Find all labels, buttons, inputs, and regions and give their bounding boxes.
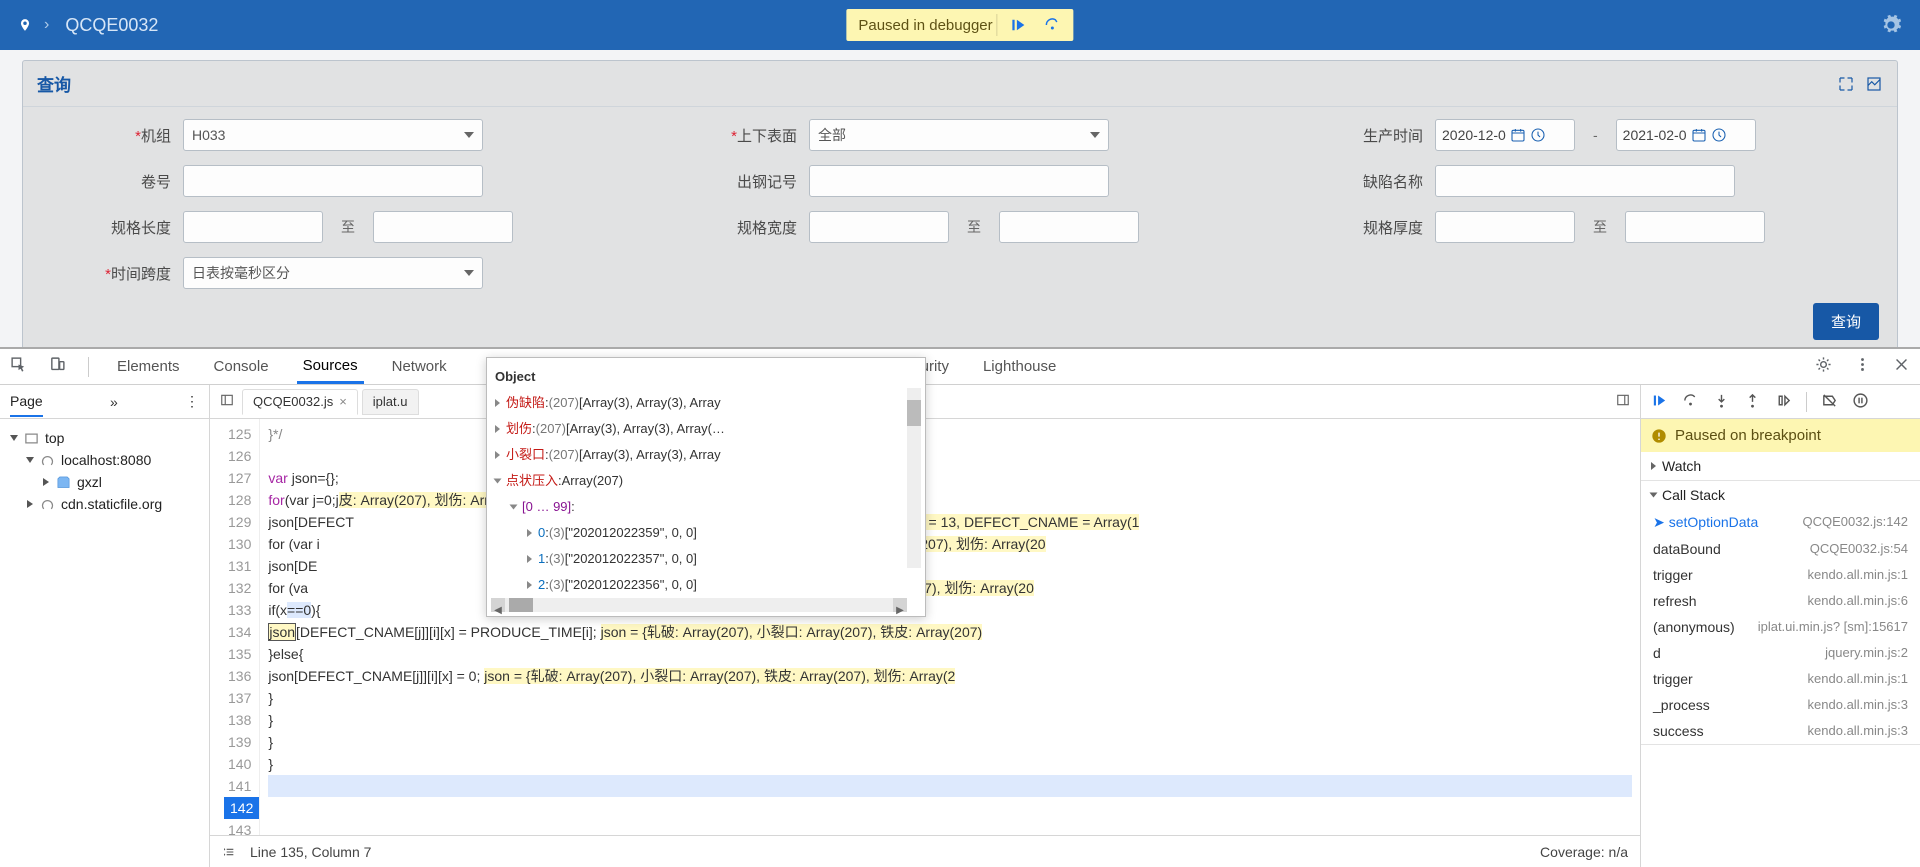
left-menu-icon[interactable]: ⋮ xyxy=(185,393,199,410)
devtools: Elements Console Sources Network urity L… xyxy=(0,347,1920,867)
tab-network[interactable]: Network xyxy=(386,349,453,384)
popup-hscroll[interactable]: ◀▶ xyxy=(491,598,907,612)
width-from[interactable] xyxy=(809,211,949,243)
location-icon xyxy=(18,18,32,32)
stack-frame[interactable]: dataBoundQCQE0032.js:54 xyxy=(1641,536,1920,562)
tab-elements[interactable]: Elements xyxy=(111,349,186,384)
file-tab-other[interactable]: iplat.u xyxy=(362,389,419,415)
coverage-status: Coverage: n/a xyxy=(1540,844,1628,860)
page-title: QCQE0032 xyxy=(65,15,158,36)
settings-icon[interactable] xyxy=(1880,14,1902,39)
callstack-section[interactable]: Call Stack xyxy=(1641,481,1920,509)
deactivate-bp-icon[interactable] xyxy=(1821,392,1838,412)
toggle-sidebar-icon[interactable] xyxy=(1612,389,1634,414)
thick-from[interactable] xyxy=(1435,211,1575,243)
file-tab-active[interactable]: QCQE0032.js× xyxy=(242,389,358,415)
devtools-menu-icon[interactable] xyxy=(1854,356,1871,377)
unit-select[interactable]: H033 xyxy=(183,119,483,151)
stack-frame[interactable]: triggerkendo.all.min.js:1 xyxy=(1641,666,1920,692)
query-title: 查询 xyxy=(37,71,71,96)
surface-select[interactable]: 全部 xyxy=(809,119,1109,151)
step-into-icon[interactable] xyxy=(1713,392,1730,412)
query-panel: 查询 *机组H033 *上下表面全部 生产时间 2020-12-0 - 2021… xyxy=(22,60,1898,359)
devtools-close-icon[interactable] xyxy=(1893,356,1910,377)
resume-icon[interactable] xyxy=(1651,392,1668,412)
tab-console[interactable]: Console xyxy=(208,349,275,384)
date-to[interactable]: 2021-02-0 xyxy=(1616,119,1756,151)
inspect-icon[interactable] xyxy=(10,356,27,377)
tree-top[interactable]: top xyxy=(10,427,199,449)
step-over-icon[interactable] xyxy=(1682,392,1699,412)
stack-frame[interactable]: _processkendo.all.min.js:3 xyxy=(1641,692,1920,718)
steel-mark-input[interactable] xyxy=(809,165,1109,197)
popup-vscroll[interactable] xyxy=(907,388,921,568)
cursor-position: Line 135, Column 7 xyxy=(250,844,371,860)
query-button[interactable]: 查询 xyxy=(1813,303,1879,340)
timespan-select[interactable]: 日表按毫秒区分 xyxy=(183,257,483,289)
coil-input[interactable] xyxy=(183,165,483,197)
devtools-settings-icon[interactable] xyxy=(1815,356,1832,377)
len-from[interactable] xyxy=(183,211,323,243)
collapse-icon[interactable] xyxy=(1865,75,1883,93)
stack-frame[interactable]: (anonymous)iplat.ui.min.js? [sm]:15617 xyxy=(1641,614,1920,640)
code-lines[interactable]: }*/ var json={};for(var j=0;j皮: Array(20… xyxy=(260,419,1640,835)
thick-to[interactable] xyxy=(1625,211,1765,243)
expand-icon[interactable] xyxy=(1837,75,1855,93)
object-inspect-popup[interactable]: Object 伪缺陷: (207) [Array(3), Array(3), A… xyxy=(486,357,926,617)
step-icon[interactable] xyxy=(1775,392,1792,412)
tree-cdn[interactable]: cdn.staticfile.org xyxy=(10,493,199,515)
tree-localhost[interactable]: localhost:8080 xyxy=(10,449,199,471)
stack-frame[interactable]: djquery.min.js:2 xyxy=(1641,640,1920,666)
width-to[interactable] xyxy=(999,211,1139,243)
stack-frame[interactable]: successkendo.all.min.js:3 xyxy=(1641,718,1920,744)
stack-frame[interactable]: triggerkendo.all.min.js:1 xyxy=(1641,562,1920,588)
stack-frame[interactable]: ➤setOptionDataQCQE0032.js:142 xyxy=(1641,509,1920,536)
tab-sources[interactable]: Sources xyxy=(297,349,364,384)
debugger-paused-banner: Paused in debugger xyxy=(846,9,1073,41)
line-gutter: 1251261271281291301311321331341351361371… xyxy=(210,419,260,835)
chevron-right-icon: › xyxy=(44,16,49,34)
step-over-button[interactable] xyxy=(1040,13,1066,37)
resume-button[interactable] xyxy=(1006,13,1032,37)
show-navigator-icon[interactable] xyxy=(216,389,238,414)
pause-exceptions-icon[interactable] xyxy=(1852,392,1869,412)
page-tab[interactable]: Page xyxy=(10,393,43,417)
watch-section[interactable]: Watch xyxy=(1641,452,1920,480)
paused-reason: Paused on breakpoint xyxy=(1641,419,1920,452)
close-tab-icon[interactable]: × xyxy=(339,394,347,409)
tree-gxzl[interactable]: gxzl xyxy=(10,471,199,493)
device-icon[interactable] xyxy=(49,356,66,377)
more-tabs-icon[interactable]: » xyxy=(110,394,118,410)
len-to[interactable] xyxy=(373,211,513,243)
stack-frame[interactable]: refreshkendo.all.min.js:6 xyxy=(1641,588,1920,614)
step-out-icon[interactable] xyxy=(1744,392,1761,412)
date-from[interactable]: 2020-12-0 xyxy=(1435,119,1575,151)
tab-lighthouse[interactable]: Lighthouse xyxy=(977,349,1062,384)
defect-name-input[interactable] xyxy=(1435,165,1735,197)
